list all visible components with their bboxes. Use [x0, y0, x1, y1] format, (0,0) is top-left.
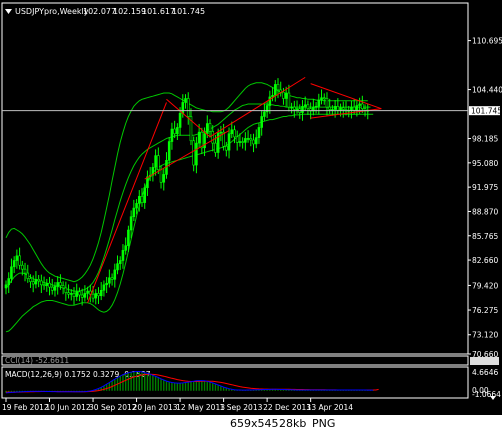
price-tick-label: 98.185	[472, 135, 498, 144]
footer-dimensions: 659x545	[230, 417, 279, 429]
time-tick-label: 20 Jan 2013	[133, 403, 178, 412]
chart-title: USDJPYpro,Weekly	[15, 7, 89, 16]
last-price-badge: 101.745	[469, 106, 502, 116]
price-tick-label: 76.275	[472, 306, 498, 315]
macd-tick-label: 4.6646	[472, 368, 498, 377]
time-tick-label: 10 Jun 2012	[46, 403, 91, 412]
chart-window: USDJPYpro,Weekly 102.077 102.159 101.617…	[0, 0, 502, 429]
time-tick-label: 19 Feb 2012	[2, 403, 49, 412]
last-price-label: 101.745	[471, 107, 502, 116]
footer-format: PNG	[312, 417, 335, 429]
ohlc-low: 101.617	[142, 7, 175, 16]
price-tick-label: 95.080	[472, 159, 498, 168]
price-tick-label: 91.975	[472, 183, 498, 192]
image-footer: 659x545 28kb PNG	[230, 417, 335, 429]
price-tick-label: 73.120	[472, 331, 498, 340]
price-tick-label: 85.765	[472, 232, 498, 241]
chart-background	[0, 0, 502, 415]
price-tick-label: 104.440	[472, 86, 502, 95]
cci-label: CCI(14) -52.6611	[5, 356, 69, 365]
time-tick-label: 13 Apr 2014	[307, 403, 354, 412]
price-tick-label: 82.660	[472, 256, 498, 265]
time-tick-label: 30 Sep 2012	[89, 403, 137, 412]
price-tick-label: 88.870	[472, 207, 498, 216]
time-tick-label: 22 Dec 2013	[263, 403, 311, 412]
ohlc-close: 101.745	[172, 7, 205, 16]
cci-axis-badge	[470, 357, 499, 365]
time-tick-label: 1 Sep 2013	[220, 403, 263, 412]
price-tick-label: 110.695	[472, 37, 502, 46]
price-tick-label: 79.420	[472, 281, 498, 290]
macd-tick-label: -1.0664	[472, 390, 501, 399]
time-tick-label: 12 May 2013	[176, 403, 225, 412]
footer-size: 28kb	[279, 417, 306, 429]
ohlc-open: 102.077	[83, 7, 116, 16]
